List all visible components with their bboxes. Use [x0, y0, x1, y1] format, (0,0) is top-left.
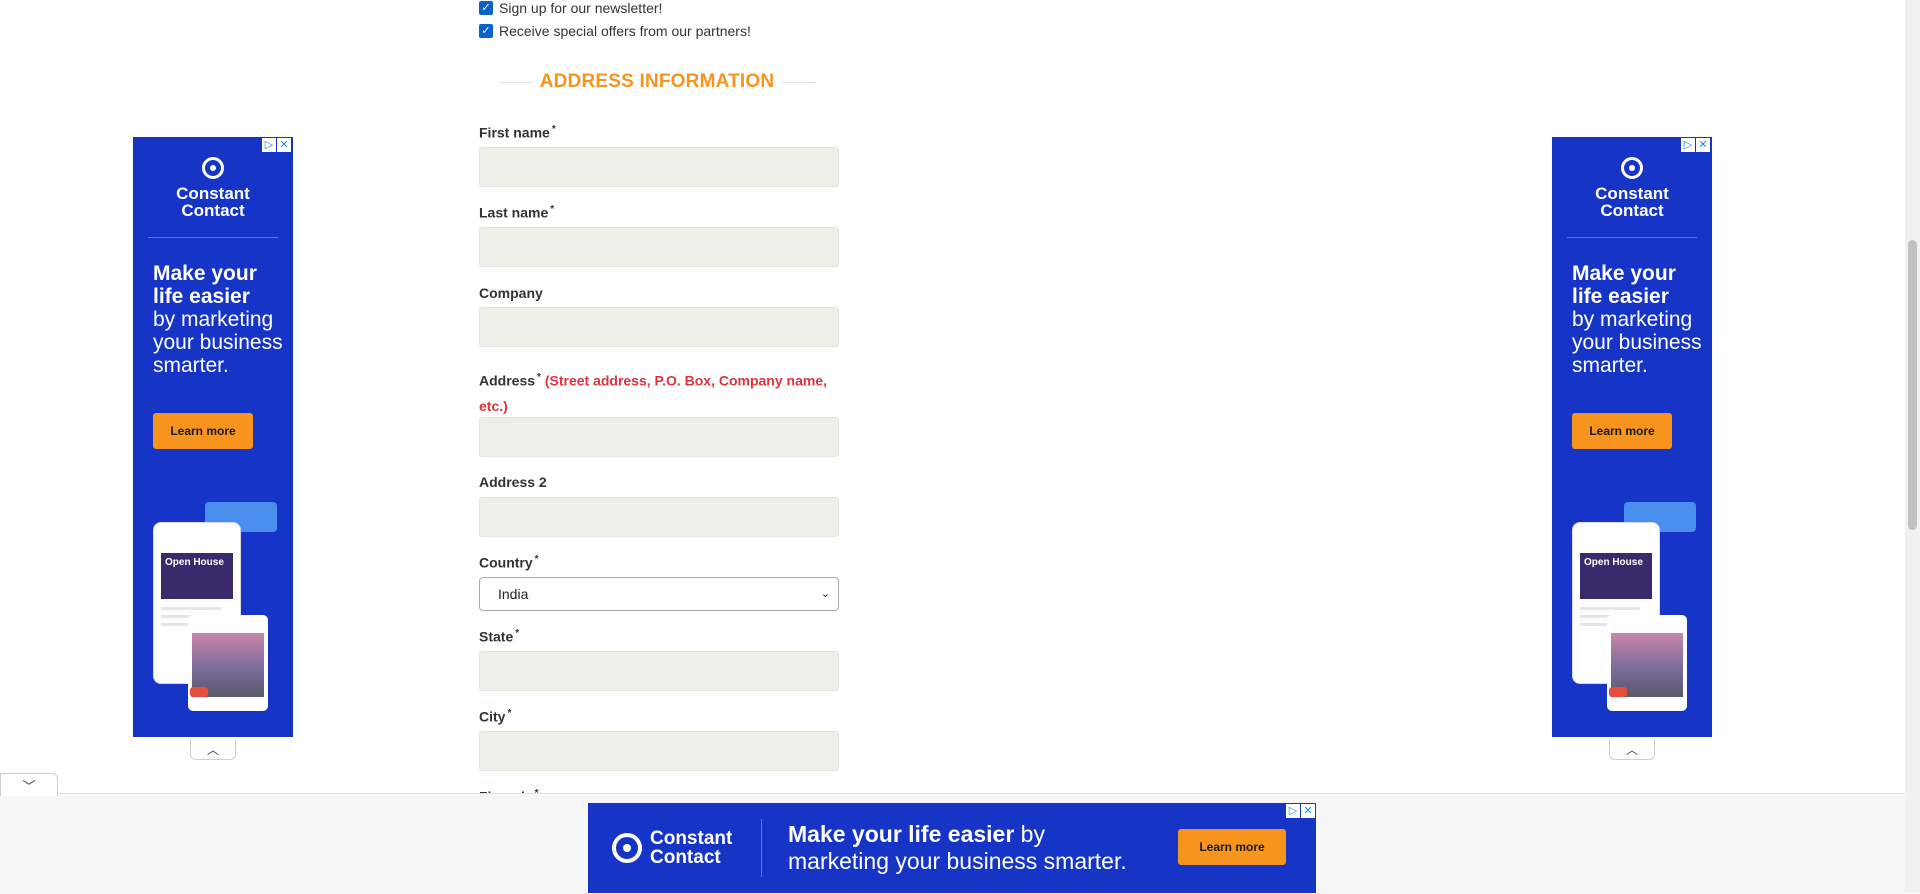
required-mark: * — [551, 124, 556, 135]
ad-brand-line1: Constant — [176, 184, 250, 203]
constant-contact-logo-icon — [202, 157, 224, 179]
ad-divider — [1567, 237, 1697, 238]
ad-brand: Constant Contact — [133, 157, 293, 219]
ad-headline-bold: Make your life easier — [1572, 262, 1676, 308]
right-side-ad[interactable]: ▷ ✕ Constant Contact Make your life easi… — [1552, 137, 1712, 737]
partners-checkbox-row[interactable]: ✓ Receive special offers from our partne… — [479, 23, 751, 39]
ad-controls: ▷ ✕ — [1286, 804, 1315, 818]
page-scrollbar-thumb[interactable] — [1908, 240, 1917, 530]
ad-controls: ▷ ✕ — [262, 138, 291, 152]
state-input[interactable] — [479, 651, 839, 691]
city-label-text: City — [479, 708, 506, 725]
country-selected-value: India — [498, 586, 529, 602]
ad-choices-icon[interactable]: ▷ — [1286, 804, 1300, 818]
newsletter-label: Sign up for our newsletter! — [499, 0, 663, 16]
social-post-card-icon — [1607, 615, 1687, 711]
company-label: Company — [479, 285, 543, 301]
banner-bold: Make your life easier — [788, 821, 1015, 847]
chevron-up-icon: ︿ — [206, 742, 219, 757]
constant-contact-logo-icon — [1621, 157, 1643, 179]
country-select[interactable]: India ⌄ — [479, 577, 839, 611]
ad-brand-line1: Constant — [1595, 184, 1669, 203]
heart-icon — [1609, 687, 1627, 697]
address-input[interactable] — [479, 417, 839, 457]
state-label-text: State — [479, 628, 514, 645]
ad-headline: Make your life easier by marketing your … — [1572, 262, 1702, 377]
required-mark: * — [537, 372, 541, 383]
newsletter-checkbox-row[interactable]: ✓ Sign up for our newsletter! — [479, 0, 662, 16]
country-label-text: Country — [479, 554, 533, 571]
close-icon[interactable]: ✕ — [1301, 804, 1315, 818]
newsletter-checkbox[interactable]: ✓ — [479, 1, 493, 15]
phone-line — [161, 607, 221, 610]
page-scrollbar[interactable] — [1905, 0, 1920, 893]
left-side-ad[interactable]: ▷ ✕ Constant Contact Make your life easi… — [133, 137, 293, 737]
right-ad-collapse-button[interactable]: ︿ — [1609, 739, 1655, 760]
address2-label: Address 2 — [479, 474, 547, 490]
company-input[interactable] — [479, 307, 839, 347]
ad-controls: ▷ ✕ — [1681, 138, 1710, 152]
ad-brand-line2: Contact — [1600, 201, 1664, 220]
address-label: Address * (Street address, P.O. Box, Comp… — [479, 365, 839, 419]
city-label: City * — [479, 708, 511, 725]
banner-rest-1: by — [1014, 821, 1045, 847]
heart-icon — [190, 687, 208, 697]
ad-brand-line2: Contact — [181, 201, 245, 220]
required-mark: * — [550, 204, 555, 215]
ad-learn-more-button[interactable]: Learn more — [1572, 413, 1672, 449]
phone-line — [1580, 607, 1640, 610]
ad-headline-bold: Make your life easier — [153, 262, 257, 308]
last-name-input[interactable] — [479, 227, 839, 267]
ad-brand: Constant Contact — [1552, 157, 1712, 219]
ad-divider — [148, 237, 278, 238]
address-section-heading: ADDRESS INFORMATION — [539, 71, 775, 92]
last-name-label: Last name * — [479, 204, 554, 221]
banner-message: Make your life easier by marketing your … — [788, 821, 1127, 875]
city-input[interactable] — [479, 731, 839, 771]
banner-brand: Constant Contact — [612, 829, 732, 867]
ad-choices-icon[interactable]: ▷ — [262, 138, 276, 152]
bottom-ad-collapse-button[interactable]: ﹀ — [0, 773, 58, 796]
partners-label: Receive special offers from our partners… — [499, 23, 751, 39]
state-label: State * — [479, 628, 519, 645]
open-house-card: Open House — [161, 553, 233, 599]
ad-choices-icon[interactable]: ▷ — [1681, 138, 1695, 152]
required-mark: * — [507, 708, 512, 719]
title-divider-right — [782, 81, 815, 83]
banner-divider — [761, 819, 762, 877]
open-house-card: Open House — [1580, 553, 1652, 599]
bottom-banner-ad[interactable]: ▷ ✕ Constant Contact Make your life easi… — [588, 803, 1316, 893]
address2-input[interactable] — [479, 497, 839, 537]
last-name-label-text: Last name — [479, 204, 549, 221]
country-label: Country * — [479, 554, 539, 571]
required-mark: * — [534, 554, 539, 565]
ad-headline: Make your life easier by marketing your … — [153, 262, 283, 377]
title-divider-left — [499, 81, 532, 83]
address2-label-text: Address 2 — [479, 474, 547, 490]
ad-learn-more-button[interactable]: Learn more — [153, 413, 253, 449]
ad-headline-rest: by marketing your business smarter. — [1572, 308, 1702, 377]
banner-learn-more-button[interactable]: Learn more — [1178, 829, 1286, 865]
ad-headline-rest: by marketing your business smarter. — [153, 308, 283, 377]
required-mark: * — [515, 628, 520, 639]
address-label-text: Address — [479, 372, 536, 389]
constant-contact-logo-icon — [612, 833, 642, 863]
banner-rest-2: marketing your business smarter. — [788, 848, 1127, 874]
chevron-down-icon: ⌄ — [820, 588, 830, 600]
banner-brand-line2: Contact — [650, 847, 721, 868]
close-icon[interactable]: ✕ — [277, 138, 291, 152]
social-post-card-icon — [188, 615, 268, 711]
first-name-label: First name * — [479, 124, 556, 141]
address-section-title: ADDRESS INFORMATION — [491, 68, 823, 96]
first-name-input[interactable] — [479, 147, 839, 187]
close-icon[interactable]: ✕ — [1696, 138, 1710, 152]
left-ad-collapse-button[interactable]: ︿ — [190, 739, 236, 760]
company-label-text: Company — [479, 285, 543, 301]
partners-checkbox[interactable]: ✓ — [479, 24, 493, 38]
chevron-down-icon: ﹀ — [22, 778, 36, 794]
first-name-label-text: First name — [479, 124, 550, 141]
chevron-up-icon: ︿ — [1625, 742, 1638, 757]
banner-brand-line1: Constant — [650, 828, 733, 849]
